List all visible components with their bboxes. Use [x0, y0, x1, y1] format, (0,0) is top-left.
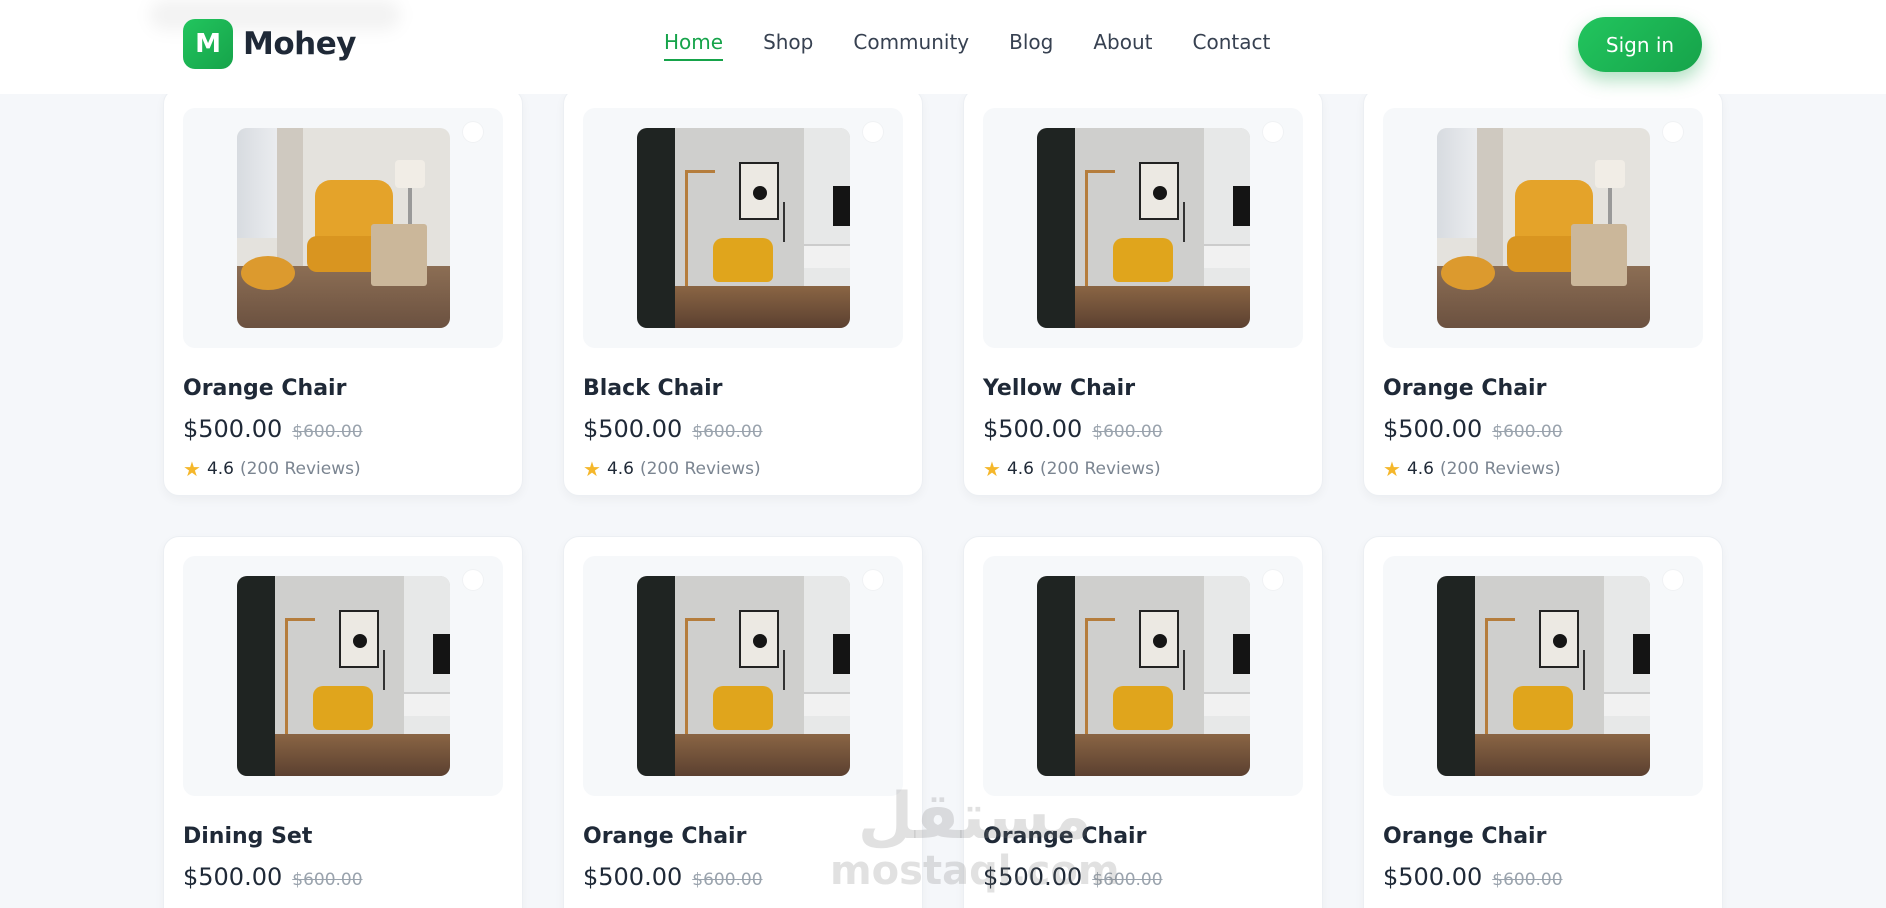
product-image-area [583, 556, 903, 796]
price-row: $500.00 $600.00 [183, 415, 503, 443]
product-image-area [983, 108, 1303, 348]
brand-name: Mohey [243, 26, 356, 62]
price-row: $500.00 $600.00 [183, 863, 503, 891]
logo-mark: M [183, 19, 233, 69]
product-reviews: (200 Reviews) [1039, 459, 1161, 479]
nav-about[interactable]: About [1093, 30, 1152, 60]
product-photo-chair-dark-room [636, 576, 850, 776]
favorite-toggle-icon[interactable] [1663, 570, 1683, 590]
product-price: $500.00 [1383, 415, 1483, 443]
rating-row: ★ 4.6 (200 Reviews) [183, 459, 503, 479]
favorite-toggle-icon[interactable] [863, 122, 883, 142]
product-rating: 4.6 [1006, 459, 1034, 479]
product-old-price: $600.00 [1492, 422, 1563, 442]
product-card[interactable]: Orange Chair $500.00 $600.00 ★ [1363, 536, 1723, 908]
product-name[interactable]: Black Chair [583, 376, 903, 401]
sign-in-button[interactable]: Sign in [1578, 17, 1702, 72]
nav-shop[interactable]: Shop [763, 30, 813, 60]
watermark-arabic: مستقل [857, 780, 1092, 854]
star-icon: ★ [183, 457, 201, 481]
product-reviews: (200 Reviews) [239, 459, 361, 479]
rating-row: ★ 4.6 (200 Reviews) [983, 459, 1303, 479]
product-rating: 4.6 [606, 459, 634, 479]
price-row: $500.00 $600.00 [583, 415, 903, 443]
product-photo-chair-dark-room [1436, 576, 1650, 776]
product-old-price: $600.00 [292, 422, 363, 442]
watermark-latin: mostaql.com [830, 848, 1120, 894]
favorite-toggle-icon[interactable] [463, 570, 483, 590]
product-image-area [1383, 108, 1703, 348]
product-image-area [583, 108, 903, 348]
rating-row: ★ 4.6 (200 Reviews) [1383, 459, 1703, 479]
main-nav: Home Shop Community Blog About Contact [664, 30, 1310, 61]
nav-blog[interactable]: Blog [1009, 30, 1053, 60]
product-image-area [1383, 556, 1703, 796]
product-image-area [183, 556, 503, 796]
product-card[interactable]: Orange Chair $500.00 $600.00 ★ 4.6 (200 … [1363, 88, 1723, 496]
product-photo-armchair-room [236, 128, 450, 328]
product-price: $500.00 [583, 415, 683, 443]
product-price: $500.00 [983, 415, 1083, 443]
product-photo-chair-dark-room [1036, 576, 1250, 776]
product-old-price: $600.00 [692, 870, 763, 890]
product-name[interactable]: Orange Chair [1383, 824, 1703, 849]
product-name[interactable]: Orange Chair [183, 376, 503, 401]
star-icon: ★ [1383, 457, 1401, 481]
price-row: $500.00 $600.00 [1383, 863, 1703, 891]
nav-home[interactable]: Home [664, 30, 724, 61]
product-old-price: $600.00 [692, 422, 763, 442]
product-image-area [183, 108, 503, 348]
product-photo-chair-dark-room [1036, 128, 1250, 328]
favorite-toggle-icon[interactable] [1263, 122, 1283, 142]
product-reviews: (200 Reviews) [1439, 459, 1561, 479]
product-name[interactable]: Dining Set [183, 824, 503, 849]
brand-logo[interactable]: M Mohey [183, 19, 356, 69]
product-old-price: $600.00 [292, 870, 363, 890]
product-old-price: $600.00 [1492, 870, 1563, 890]
favorite-toggle-icon[interactable] [863, 570, 883, 590]
price-row: $500.00 $600.00 [1383, 415, 1703, 443]
product-rating: 4.6 [1406, 459, 1434, 479]
product-photo-chair-dark-room [236, 576, 450, 776]
product-photo-chair-dark-room [636, 128, 850, 328]
product-old-price: $600.00 [1092, 422, 1163, 442]
product-card[interactable]: Orange Chair $500.00 $600.00 ★ 4.6 (200 … [163, 88, 523, 496]
product-card[interactable]: Dining Set $500.00 $600.00 ★ [163, 536, 523, 908]
star-icon: ★ [583, 457, 601, 481]
favorite-toggle-icon[interactable] [1663, 122, 1683, 142]
nav-contact[interactable]: Contact [1193, 30, 1271, 60]
nav-community[interactable]: Community [853, 30, 969, 60]
product-name[interactable]: Yellow Chair [983, 376, 1303, 401]
product-rating: 4.6 [206, 459, 234, 479]
product-price: $500.00 [183, 863, 283, 891]
favorite-toggle-icon[interactable] [1263, 570, 1283, 590]
product-price: $500.00 [183, 415, 283, 443]
product-name[interactable]: Orange Chair [1383, 376, 1703, 401]
price-row: $500.00 $600.00 [983, 415, 1303, 443]
product-price: $500.00 [1383, 863, 1483, 891]
site-header: M Mohey Home Shop Community Blog About C… [0, 0, 1886, 94]
product-photo-armchair-room [1436, 128, 1650, 328]
product-card[interactable]: Black Chair $500.00 $600.00 ★ 4.6 (200 R… [563, 88, 923, 496]
favorite-toggle-icon[interactable] [463, 122, 483, 142]
product-card[interactable]: Yellow Chair $500.00 $600.00 ★ 4.6 (200 … [963, 88, 1323, 496]
product-reviews: (200 Reviews) [639, 459, 761, 479]
star-icon: ★ [983, 457, 1001, 481]
rating-row: ★ 4.6 (200 Reviews) [583, 459, 903, 479]
product-image-area [983, 556, 1303, 796]
product-price: $500.00 [583, 863, 683, 891]
watermark: مستقل mostaql.com [830, 785, 1120, 893]
